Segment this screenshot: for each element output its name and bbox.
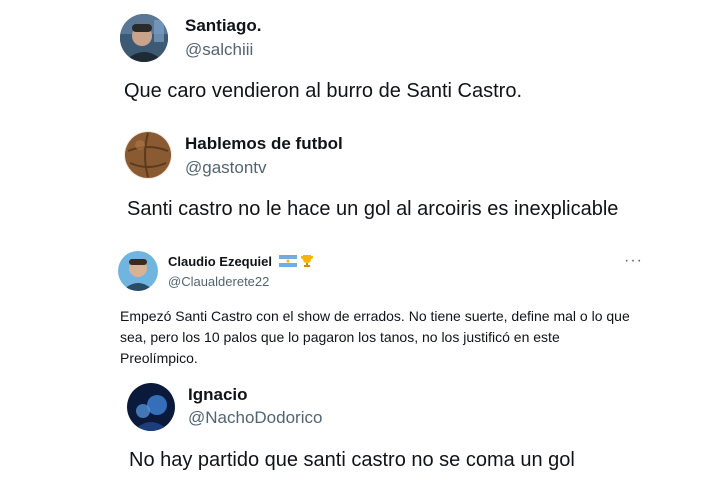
display-name[interactable]: Santiago. bbox=[185, 16, 262, 36]
avatar-photo-icon bbox=[118, 251, 158, 291]
avatar[interactable] bbox=[124, 131, 172, 179]
user-handle[interactable]: @NachoDodorico bbox=[188, 408, 322, 428]
display-name-text: Claudio Ezequiel bbox=[168, 254, 273, 269]
display-name[interactable]: Hablemos de futbol bbox=[185, 134, 343, 154]
avatar-photo-icon bbox=[127, 383, 175, 431]
user-handle[interactable]: @Claualderete22 bbox=[168, 274, 269, 289]
avatar[interactable] bbox=[118, 251, 158, 291]
display-name[interactable]: Ignacio bbox=[188, 385, 248, 405]
tweet-text: Empezó Santi Castro con el show de errad… bbox=[120, 308, 630, 366]
display-name[interactable]: Claudio Ezequiel bbox=[168, 254, 314, 271]
tweet-text: Santi castro no le hace un gol al arcoir… bbox=[127, 198, 619, 220]
more-options-icon[interactable]: ··· bbox=[624, 252, 643, 270]
avatar[interactable] bbox=[127, 383, 175, 431]
avatar[interactable] bbox=[120, 14, 168, 62]
user-handle[interactable]: @gastontv bbox=[185, 158, 267, 178]
tweet-text: No hay partido que santi castro no se co… bbox=[129, 449, 575, 471]
trophy-icon bbox=[300, 254, 314, 271]
avatar-photo-icon bbox=[120, 14, 168, 62]
user-handle[interactable]: @salchiii bbox=[185, 40, 253, 60]
tweet-text: Que caro vendieron al burro de Santi Cas… bbox=[124, 80, 522, 102]
argentina-flag-icon bbox=[278, 255, 297, 270]
football-icon bbox=[124, 131, 172, 179]
